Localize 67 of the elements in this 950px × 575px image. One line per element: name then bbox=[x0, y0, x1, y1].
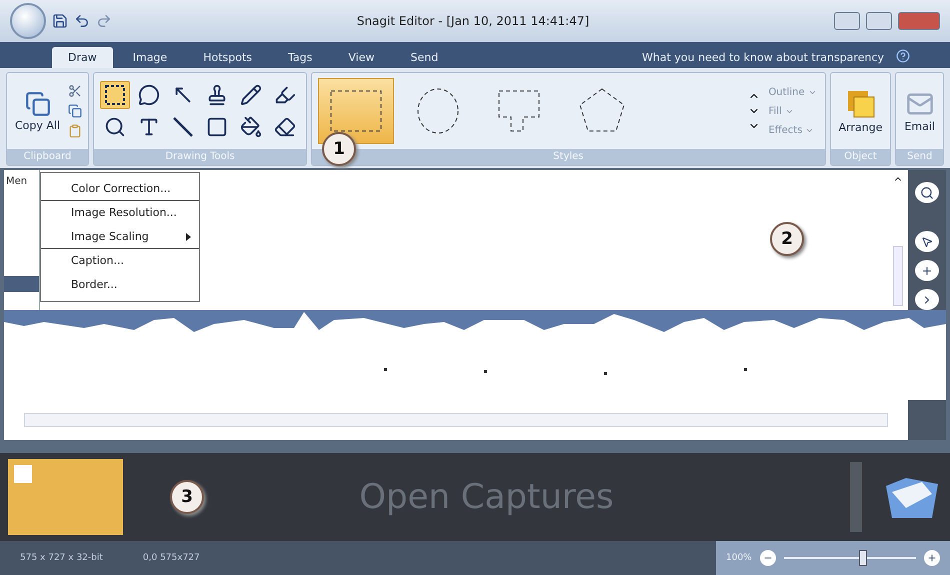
maximize-button[interactable] bbox=[866, 12, 892, 30]
pen-icon bbox=[240, 84, 262, 106]
group-label: Clipboard bbox=[7, 149, 88, 165]
search-icon bbox=[920, 186, 934, 200]
sidebar-button[interactable] bbox=[915, 231, 939, 252]
tray-scrollbar[interactable] bbox=[850, 462, 862, 532]
sidebar-panel bbox=[908, 400, 946, 440]
image-dimensions: 575 x 727 x 32-bit bbox=[20, 553, 103, 563]
panel-block bbox=[4, 276, 39, 292]
fill-icon bbox=[240, 116, 262, 138]
callout-icon bbox=[138, 84, 160, 106]
zoom-in-button[interactable] bbox=[924, 550, 940, 566]
submenu-arrow-icon bbox=[186, 232, 191, 240]
tray-hint: Open Captures bbox=[359, 477, 614, 517]
sidebar-button[interactable] bbox=[915, 260, 939, 281]
plus-icon bbox=[927, 553, 937, 563]
copy-icon bbox=[24, 90, 51, 116]
app-menu-button[interactable] bbox=[10, 3, 46, 39]
zoom-out-button[interactable] bbox=[760, 550, 776, 566]
save-icon[interactable] bbox=[52, 13, 68, 29]
redo-icon[interactable] bbox=[96, 13, 112, 29]
copy-icon[interactable] bbox=[68, 104, 82, 118]
text-tool-icon bbox=[138, 116, 160, 138]
zoom-percent: 100% bbox=[726, 553, 752, 563]
group-label: Drawing Tools bbox=[94, 149, 306, 165]
shape-icon bbox=[206, 116, 228, 138]
dashed-pentagon-icon bbox=[579, 88, 625, 132]
cut-icon[interactable] bbox=[68, 84, 82, 98]
menu-item[interactable]: Border... bbox=[41, 273, 199, 297]
ribbon-tab[interactable]: Hotspots bbox=[187, 47, 268, 68]
copy-all-button[interactable]: Copy All bbox=[13, 88, 62, 134]
menu-item[interactable]: Image Resolution... bbox=[41, 201, 199, 225]
dashed-circle-icon bbox=[418, 88, 459, 134]
cursor-position: 0,0 575x727 bbox=[142, 553, 200, 563]
ribbon-tab[interactable]: Draw bbox=[52, 47, 113, 68]
ribbon-tab[interactable]: Image bbox=[116, 47, 184, 68]
ribbon-tab[interactable]: Tags bbox=[272, 47, 328, 68]
group-label: Object bbox=[830, 149, 890, 165]
capture-thumbnail[interactable] bbox=[8, 459, 123, 535]
stamp-icon bbox=[206, 84, 228, 106]
ribbon-tab[interactable]: View bbox=[332, 47, 390, 68]
drawing-tool-button[interactable] bbox=[100, 81, 130, 109]
dashed-rectangle-icon bbox=[330, 90, 382, 132]
side-label: Men bbox=[5, 175, 28, 189]
arrange-button[interactable]: Arrange bbox=[836, 86, 884, 136]
menu-item[interactable]: Image Scaling bbox=[41, 225, 199, 249]
menu-item[interactable]: Caption... bbox=[41, 249, 199, 273]
eraser-icon bbox=[274, 116, 296, 138]
dashed-callout-icon bbox=[498, 90, 540, 132]
search-button[interactable] bbox=[915, 182, 939, 203]
email-button[interactable]: Email bbox=[902, 88, 937, 134]
pointer-icon bbox=[921, 236, 933, 248]
zoom-icon bbox=[104, 116, 126, 138]
plus-icon bbox=[921, 264, 933, 276]
undo-icon[interactable] bbox=[74, 13, 90, 29]
stacked-squares-icon bbox=[846, 88, 876, 118]
line-icon bbox=[172, 116, 194, 138]
help-link[interactable]: What you need to know about transparency bbox=[634, 47, 892, 68]
highlighter-icon bbox=[274, 84, 296, 106]
window-title: Snagit Editor - [Jan 10, 2011 14:41:47] bbox=[356, 14, 590, 28]
group-label: Send bbox=[896, 149, 943, 165]
menu-item[interactable]: Color Correction... bbox=[41, 177, 199, 201]
sidebar-button[interactable] bbox=[915, 289, 939, 310]
minimize-button[interactable] bbox=[834, 12, 860, 30]
ribbon-tab[interactable]: Send bbox=[394, 47, 454, 68]
selection-icon bbox=[104, 84, 126, 106]
help-icon[interactable] bbox=[896, 49, 910, 63]
